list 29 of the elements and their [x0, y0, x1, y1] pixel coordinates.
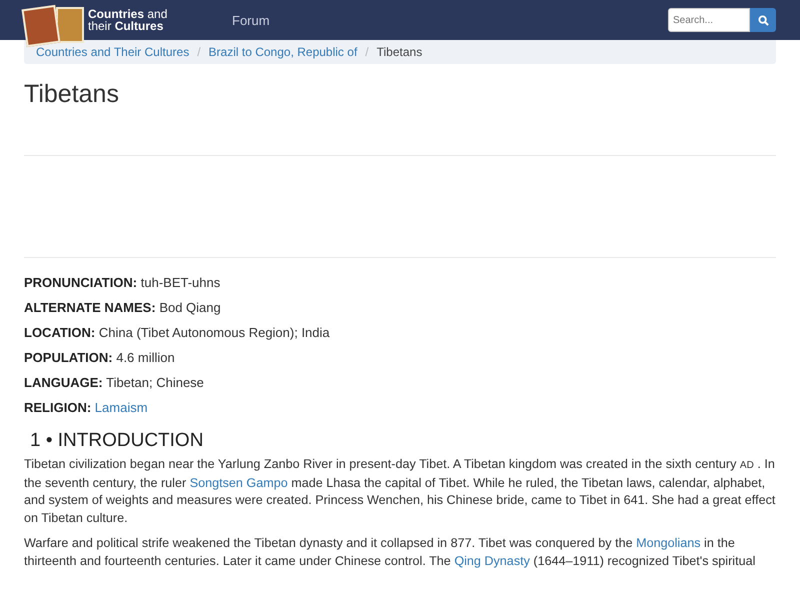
fact-value: China (Tibet Autonomous Region); India: [98, 325, 330, 340]
search-icon: [758, 14, 768, 26]
site-logo-text[interactable]: Countries and their Cultures: [88, 8, 168, 32]
text-link[interactable]: Mongolians: [636, 536, 701, 550]
fact-link[interactable]: Lamaism: [94, 400, 148, 415]
fact-value: Tibetan; Chinese: [106, 375, 204, 390]
search-button[interactable]: [750, 8, 776, 32]
fact-value: Bod Qiang: [159, 300, 221, 315]
fact-value: tuh-BET-uhns: [140, 275, 220, 290]
nav-link[interactable]: Forum: [232, 12, 270, 28]
breadcrumb-current: Tibetans: [376, 45, 422, 59]
fact-value: 4.6 million: [116, 350, 175, 365]
breadcrumb-link[interactable]: Brazil to Congo, Republic of: [208, 45, 358, 59]
fact-label: RELIGION:: [24, 400, 92, 415]
breadcrumb-separator: /: [197, 45, 201, 59]
fact-label: LOCATION:: [24, 325, 96, 340]
fact-label: PRONUNCIATION:: [24, 275, 138, 290]
page-title: Tibetans: [24, 80, 120, 109]
breadcrumb-separator: /: [365, 45, 369, 59]
paragraph: Warfare and political strife weakened the Tibetan dynasty and it collapsed in 877. Tibet was conquered by the Mongolians in the thirteenth and fourteenth centuries. Later it came under Chinese control. The Qing Dynasty (1644–1911) recognized Tibet's spiritual: [24, 535, 756, 570]
text-link[interactable]: Qing Dynasty: [454, 554, 530, 568]
breadcrumb-link[interactable]: Countries and Their Cultures: [36, 45, 190, 59]
search-field[interactable]: Search...: [668, 8, 750, 32]
paragraph: Tibetan civilization began near the Yarlung Zanbo River in present-day Tibet. A Tibetan kingdom was created in the sixth century AD . In the seventh century, the ruler Songtsen Gampo made Lhasa the capital of Tibet. While he ruled, the Tibetan laws, calendar, alphabet, and system of weights and measures were created. Princess Wenchen, his Chinese bride, came to Tibet in 641. She had a great effect on Tibetan culture.: [24, 456, 776, 526]
fact-label: ALTERNATE NAMES:: [24, 300, 156, 315]
fact-label: POPULATION:: [24, 350, 113, 365]
text-link[interactable]: Songtsen Gampo: [190, 476, 288, 490]
fact-label: LANGUAGE:: [24, 375, 103, 390]
section-heading: 1 • INTRODUCTION: [30, 430, 204, 452]
